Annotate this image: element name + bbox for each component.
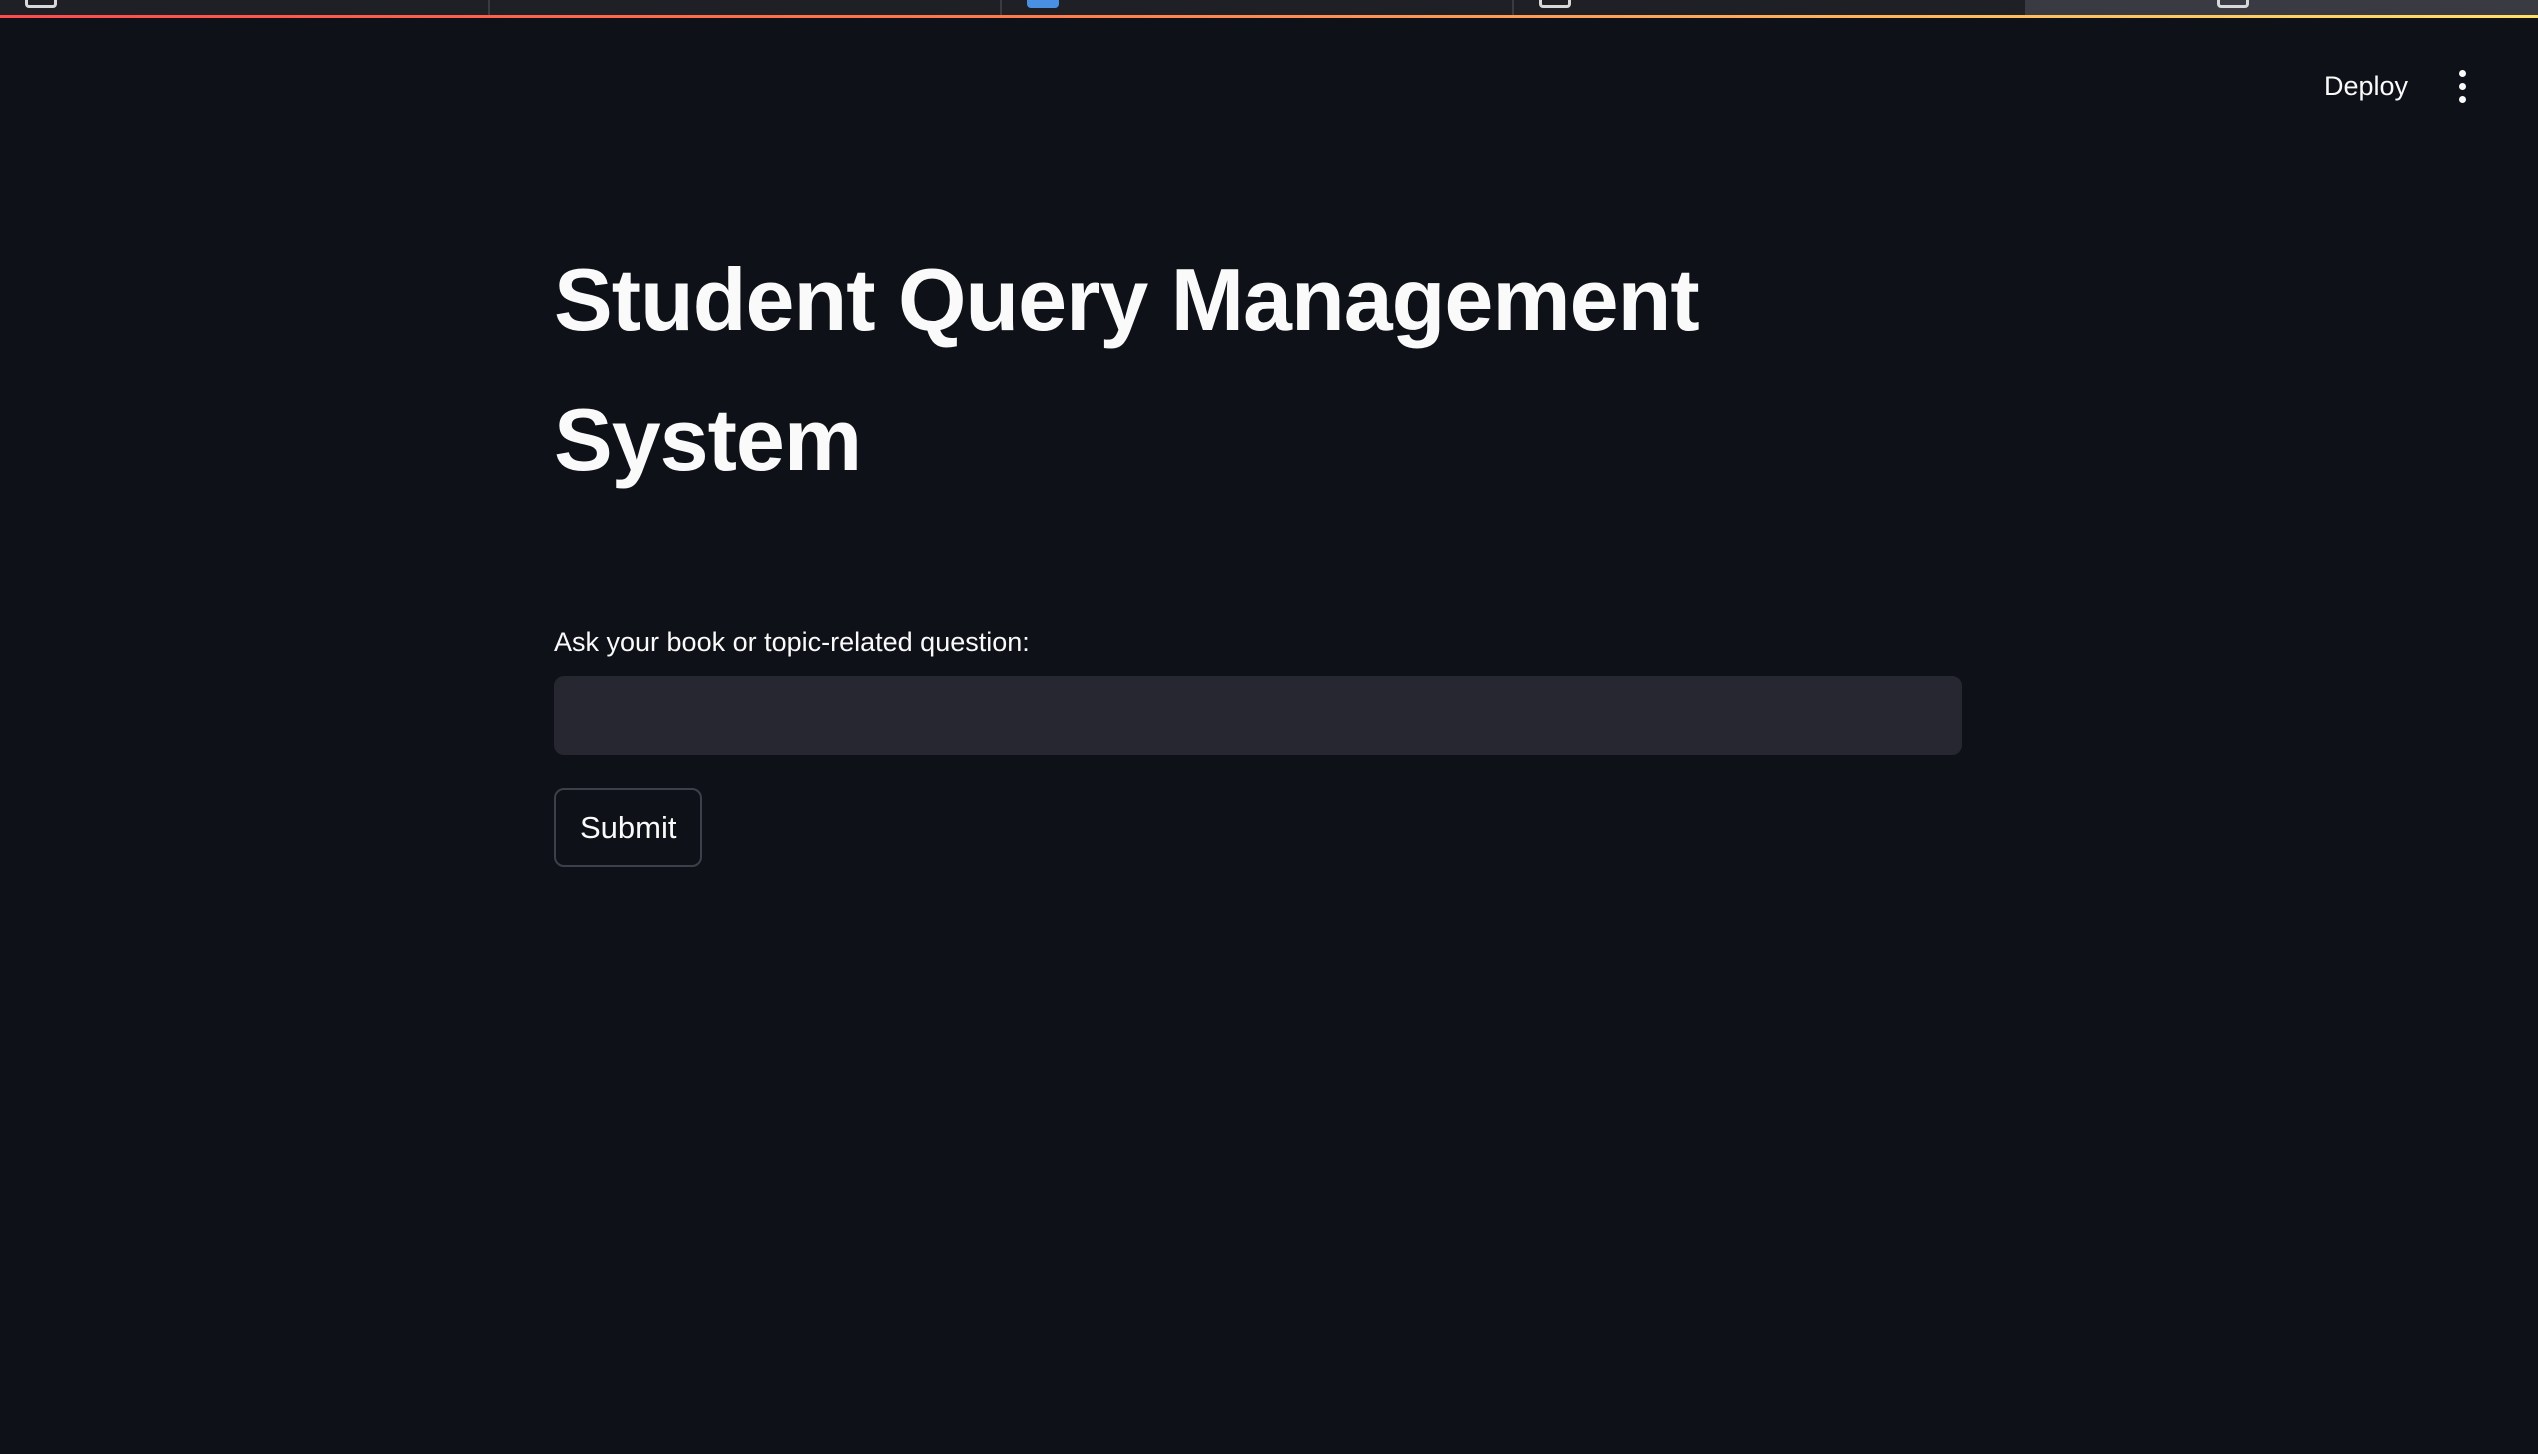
browser-tab[interactable] (1002, 0, 1514, 15)
app-icon (1027, 0, 1059, 8)
header-decoration-bar (0, 15, 2538, 18)
browser-tab-strip (0, 0, 2538, 15)
question-input[interactable] (554, 676, 1962, 755)
browser-tab-active[interactable] (2027, 0, 2538, 15)
main-menu-button[interactable] (2440, 62, 2484, 110)
ellipsis-dot (2458, 95, 2466, 103)
submit-button[interactable]: Submit (554, 788, 703, 867)
browser-tab[interactable] (0, 0, 490, 15)
question-label: Ask your book or topic-related question: (554, 627, 1030, 657)
browser-tab[interactable] (1514, 0, 2027, 15)
app-window: Deploy Student Query Management System A… (0, 0, 2538, 1454)
browser-tab[interactable] (490, 0, 1002, 15)
document-icon (25, 0, 57, 8)
deploy-button[interactable]: Deploy (2300, 62, 2432, 110)
app-icon (2217, 0, 2249, 8)
page-title: Student Query Management System (554, 250, 1700, 489)
document-icon (1539, 0, 1571, 8)
main-content: Student Query Management System Ask your… (554, 230, 1962, 867)
vertical-ellipsis-icon (2458, 69, 2466, 77)
ellipsis-dot (2458, 82, 2466, 90)
